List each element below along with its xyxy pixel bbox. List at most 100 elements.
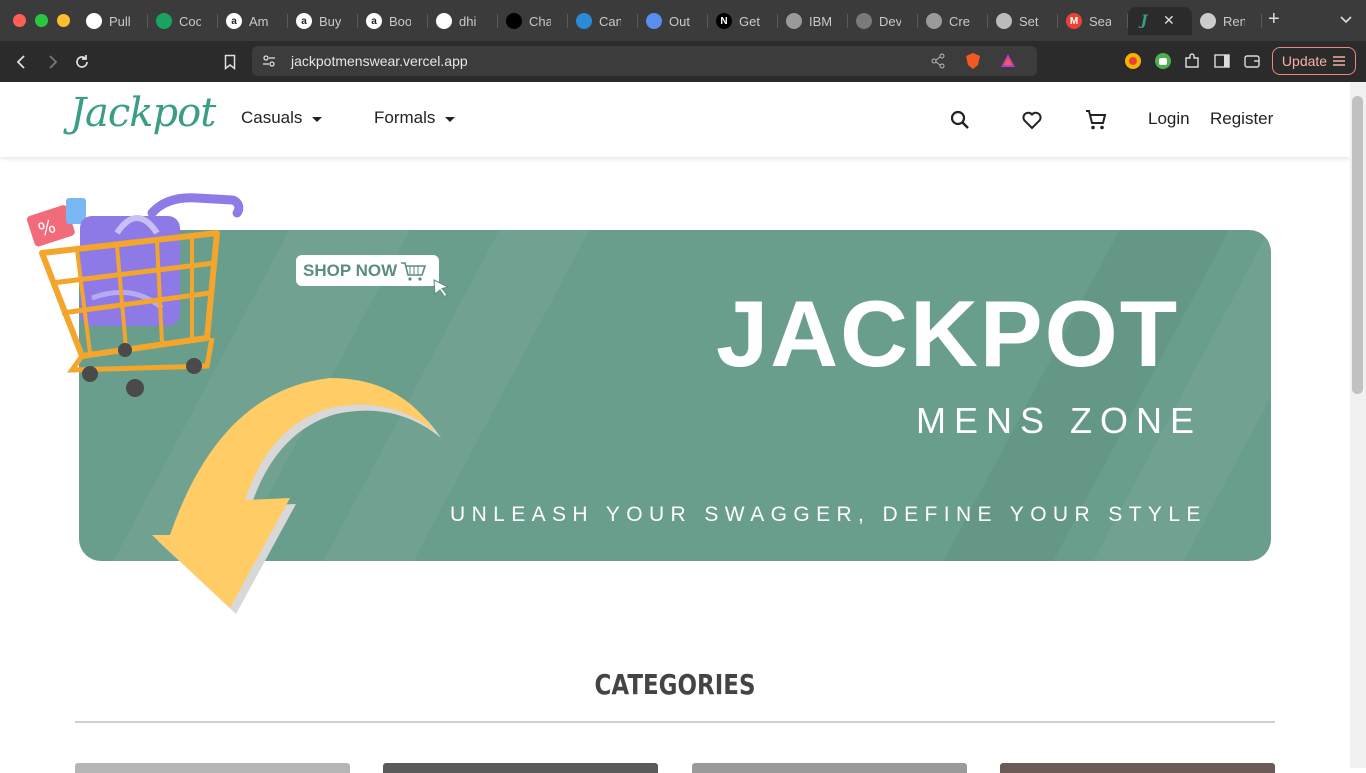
new-tab-button[interactable]: + [1268, 9, 1280, 29]
tab-title: Cha [529, 13, 551, 29]
maximize-window-button[interactable] [35, 14, 48, 27]
reload-icon[interactable] [73, 53, 91, 71]
brave-shields-icon[interactable] [964, 52, 982, 70]
caret-down-icon [445, 117, 456, 122]
hero-subtitle: MENS ZONE [916, 400, 1203, 441]
close-tab-icon[interactable]: ✕ [1163, 12, 1175, 29]
tab-title: Get [739, 13, 760, 29]
shop-now-button[interactable]: SHOP NOW [296, 255, 439, 286]
share-icon[interactable] [930, 53, 946, 69]
tab-title: dhi [459, 13, 477, 29]
minimize-window-button[interactable] [57, 14, 70, 27]
sheets-icon [156, 13, 172, 29]
browser-tab[interactable]: Cre [918, 7, 988, 35]
hero-tagline: UNLEASH YOUR SWAGGER, DEFINE YOUR STYLE [450, 503, 1207, 526]
menu-icon [1333, 56, 1346, 66]
tab-title: Dev [879, 13, 901, 29]
nav-formals-dropdown[interactable]: Formals [374, 108, 456, 128]
browser-tab[interactable]: Coo [148, 7, 218, 35]
render-icon [1200, 13, 1216, 29]
hero-title: JACKPOT [716, 281, 1180, 386]
extensions-puzzle-icon[interactable] [1183, 52, 1201, 70]
browser-tab[interactable]: Cha [498, 7, 568, 35]
login-link[interactable]: Login [1148, 109, 1190, 129]
cart-icon[interactable] [1084, 108, 1108, 132]
chatgpt-icon [506, 13, 522, 29]
tab-title: Can [599, 13, 621, 29]
nav-casuals-label: Casuals [241, 108, 303, 127]
tab-title: Boo [389, 13, 411, 29]
browser-tab[interactable]: Dev [848, 7, 918, 35]
browser-tab[interactable]: Ren [1192, 7, 1262, 35]
close-window-button[interactable] [13, 14, 26, 27]
devfolio-icon [856, 13, 872, 29]
bookmark-icon[interactable] [221, 53, 239, 71]
browser-tab[interactable]: a Am [218, 7, 288, 35]
browser-tab[interactable]: Can [568, 7, 638, 35]
shop-now-label: SHOP NOW [303, 260, 398, 280]
category-card[interactable] [75, 763, 350, 773]
url-text[interactable]: jackpotmenswear.vercel.app [291, 53, 468, 69]
extension-icon[interactable] [1154, 52, 1172, 70]
github-icon [436, 13, 452, 29]
search-icon[interactable] [948, 108, 972, 132]
cart-icon [401, 261, 427, 281]
browser-tab[interactable]: IBM [778, 7, 848, 35]
nav-casuals-dropdown[interactable]: Casuals [241, 108, 323, 128]
browser-tab[interactable]: J [1128, 7, 1192, 35]
tab-title: Buy [319, 13, 341, 29]
amazon-icon: a [296, 13, 312, 29]
browser-tab[interactable]: Set [988, 7, 1058, 35]
extension-icon[interactable] [1124, 52, 1142, 70]
register-link[interactable]: Register [1210, 109, 1273, 129]
globe-icon [786, 13, 802, 29]
browser-tab-bar: Pull Coo a Am a Buy a Boo dhi Cha Can Out N Get IBM Dev… [0, 0, 1366, 41]
canva-icon [576, 13, 592, 29]
brave-rewards-icon[interactable] [999, 52, 1017, 70]
tab-title: Set [1019, 13, 1039, 29]
category-card[interactable] [383, 763, 658, 773]
tab-strip: Pull Coo a Am a Buy a Boo dhi Cha Can Out N Get IBM Dev… [78, 7, 1262, 35]
outlook-icon [646, 13, 662, 29]
forward-icon[interactable] [43, 53, 61, 71]
browser-tab[interactable]: Pull [78, 7, 148, 35]
browser-tab[interactable]: a Boo [358, 7, 428, 35]
divider [75, 721, 1275, 723]
categories-heading: CATEGORIES [594, 668, 756, 701]
browser-tab[interactable]: a Buy [288, 7, 358, 35]
tab-title: Out [669, 13, 690, 29]
arrow-illustration [152, 378, 441, 614]
site-settings-icon[interactable] [261, 53, 277, 69]
amazon-icon: a [366, 13, 382, 29]
update-label: Update [1281, 53, 1328, 69]
browser-tab[interactable]: dhi [428, 7, 498, 35]
chevron-down-icon[interactable] [1338, 11, 1354, 27]
shopping-cart-illustration: % [26, 193, 244, 397]
update-button[interactable]: Update [1272, 47, 1356, 75]
browser-tab[interactable]: N Get [708, 7, 778, 35]
browser-tab[interactable]: Out [638, 7, 708, 35]
site-logo[interactable]: Jackpot [70, 90, 216, 136]
scrollbar-thumb[interactable] [1352, 96, 1363, 394]
wishlist-heart-icon[interactable] [1020, 108, 1044, 132]
sidebar-icon[interactable] [1213, 52, 1231, 70]
tab-title: Ren [1223, 13, 1245, 29]
amazon-icon: a [226, 13, 242, 29]
globe-icon [926, 13, 942, 29]
category-card[interactable] [1000, 763, 1275, 773]
browser-tab[interactable]: M Sea [1058, 7, 1128, 35]
back-icon[interactable] [13, 53, 31, 71]
tab-title: Pull [109, 13, 131, 29]
nextjs-icon: N [716, 13, 732, 29]
wallet-icon[interactable] [1243, 52, 1261, 70]
gmail-icon: M [1066, 13, 1082, 29]
tab-title: Sea [1089, 13, 1111, 29]
tab-title: Coo [179, 13, 201, 29]
caret-down-icon [312, 117, 323, 122]
tab-title: Cre [949, 13, 970, 29]
gear-icon [996, 13, 1012, 29]
jackpot-favicon: J [1140, 13, 1148, 29]
tab-title: Am [249, 13, 269, 29]
cursor-pointer-icon [433, 279, 450, 298]
category-card[interactable] [692, 763, 967, 773]
